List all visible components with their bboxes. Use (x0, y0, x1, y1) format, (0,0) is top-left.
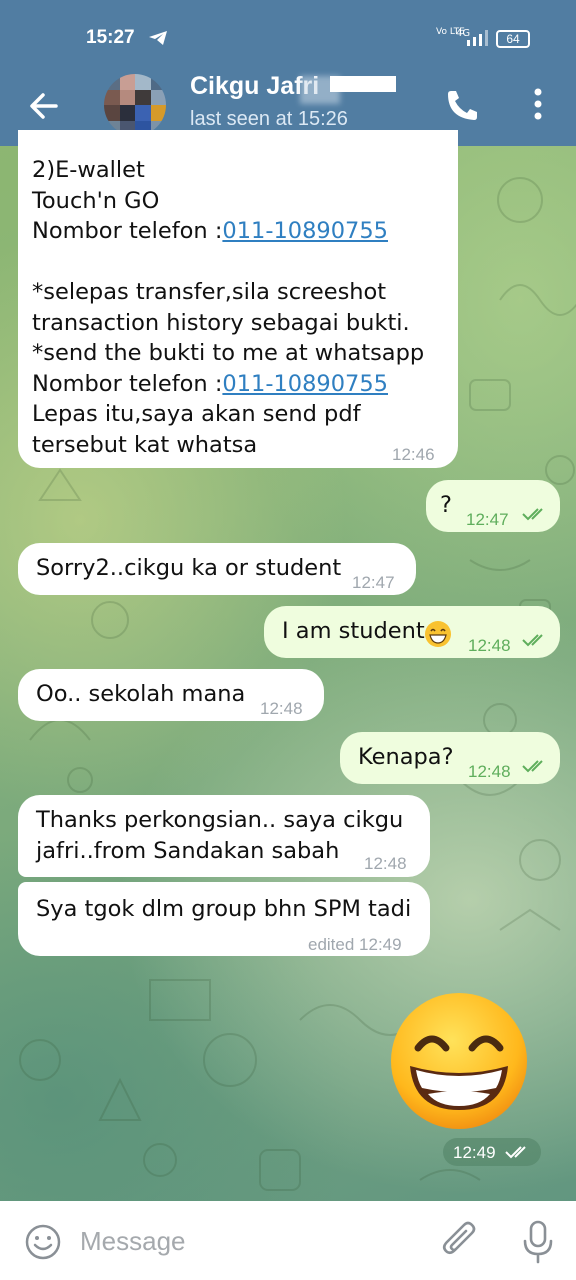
message-line: jafri..from Sandakan sabah (36, 837, 340, 864)
message-bubble-outgoing[interactable]: Kenapa? 12:48 (340, 732, 560, 784)
attach-icon[interactable] (442, 1221, 480, 1263)
message-line (32, 247, 424, 278)
message-text: ? (440, 492, 452, 518)
message-line: Nombor telefon :011-10890755 (32, 216, 424, 247)
name-redaction (330, 76, 396, 92)
message-bubble-incoming[interactable]: 2)E-wallet Touch'n GO Nombor telefon :01… (18, 130, 458, 468)
message-time: 12:48 (260, 699, 303, 718)
message-line: transaction history sebagai bukti. (32, 309, 410, 336)
message-line: Nombor telefon :011-10890755 (32, 369, 424, 400)
last-seen-status: last seen at 15:26 (190, 108, 348, 130)
signal-icon (467, 30, 488, 46)
message-time: 12:46 (392, 445, 435, 464)
message-text: Nombor telefon : (32, 218, 223, 244)
message-text: Sya tgok dlm group bhn SPM tadi (36, 896, 412, 922)
phone-link[interactable]: 011-10890755 (222, 218, 388, 244)
telegram-send-icon (149, 31, 167, 45)
back-arrow-icon[interactable] (24, 86, 64, 126)
message-text: Oo.. sekolah mana (36, 681, 246, 707)
grinning-face-sticker[interactable] (388, 990, 530, 1132)
read-double-check-icon (522, 634, 543, 647)
message-bubble-incoming[interactable]: Thanks perkongsian.. saya cikgu jafri..f… (18, 795, 430, 877)
message-line: Touch'n GO (32, 187, 160, 214)
message-line: 2)E-wallet (32, 157, 145, 183)
mic-icon[interactable] (520, 1219, 556, 1265)
message-text: I am student (282, 618, 425, 644)
message-input[interactable] (80, 1221, 420, 1261)
message-bubble-outgoing[interactable]: I am student 12:48 (264, 606, 560, 658)
message-line: Thanks perkongsian.. saya cikgu (36, 807, 404, 833)
read-double-check-icon (505, 1146, 526, 1159)
read-double-check-icon (522, 760, 543, 773)
message-time: 12:48 (468, 636, 511, 655)
message-bubble-incoming[interactable]: Sya tgok dlm group bhn SPM tadi edited 1… (18, 882, 430, 956)
message-text: Nombor telefon : (32, 370, 223, 397)
message-bubble-incoming[interactable]: Sorry2..cikgu ka or student 12:47 (18, 543, 416, 595)
avatar[interactable] (104, 74, 166, 136)
grin-emoji-icon (425, 621, 451, 647)
message-line: *send the bukti to me at whatsapp (32, 340, 425, 366)
status-time: 15:27 (86, 27, 135, 48)
emoji-icon[interactable] (24, 1223, 62, 1261)
status-bar: 15:27 Vo LTE 4G 64 (0, 0, 576, 72)
message-line: *selepas transfer,sila screeshot (32, 279, 387, 305)
message-time: 12:48 (468, 762, 511, 781)
phone-link[interactable]: 011-10890755 (222, 371, 388, 397)
message-time: edited 12:49 (308, 935, 402, 954)
message-text: Sorry2..cikgu ka or student (36, 555, 342, 581)
more-vert-icon[interactable] (524, 84, 552, 124)
read-double-check-icon (522, 508, 543, 521)
message-line: tersebut kat whatsa (32, 431, 258, 458)
message-bubble-incoming[interactable]: Oo.. sekolah mana 12:48 (18, 669, 324, 721)
message-time: 12:48 (364, 854, 407, 873)
sticker-time-badge: 12:49 (443, 1138, 541, 1166)
message-time: 12:47 (352, 573, 395, 592)
message-line: Lepas itu,saya akan send pdf (32, 401, 361, 427)
message-text: Kenapa? (358, 744, 454, 770)
message-input-bar (0, 1201, 576, 1280)
message-time: 12:49 (453, 1143, 496, 1162)
battery-level: 64 (506, 32, 520, 46)
phone-icon[interactable] (440, 84, 480, 124)
message-bubble-outgoing[interactable]: ? 12:47 (426, 480, 560, 532)
message-time: 12:47 (466, 510, 509, 529)
battery-icon: 64 (496, 30, 530, 48)
